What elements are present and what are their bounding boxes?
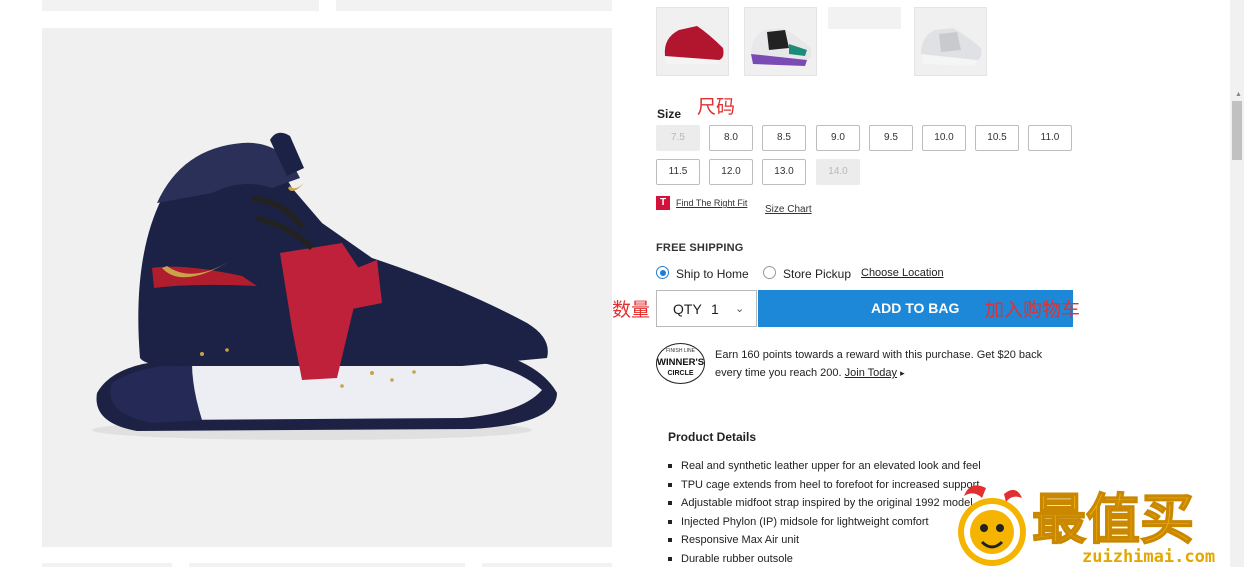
winners-circle-logo: FINISH LINE WINNER'S CIRCLE [656, 343, 705, 384]
product-details-title: Product Details [668, 430, 757, 444]
rewards-text-line1: Earn 160 points towards a reward with th… [715, 349, 1043, 361]
find-right-fit-link[interactable]: Find The Right Fit [676, 198, 747, 208]
product-details-list: Real and synthetic leather upper for an … [668, 460, 981, 567]
size-option-11-0[interactable]: 11.0 [1028, 125, 1072, 151]
zuizhimai-logo: 最值买 zuizhimai.com [958, 485, 1215, 567]
list-item: Responsive Max Air unit [668, 534, 981, 553]
size-option-12-0[interactable]: 12.0 [709, 159, 753, 185]
add-to-bag-label: ADD TO BAG [871, 300, 960, 316]
ship-to-home-label[interactable]: Ship to Home [676, 267, 749, 281]
true-fit-logo-icon: T [656, 196, 670, 210]
main-product-image[interactable] [42, 28, 612, 547]
gallery-thumb-bottom-1[interactable] [42, 563, 172, 567]
size-chart-link[interactable]: Size Chart [765, 204, 812, 215]
list-item: TPU cage extends from heel to forefoot f… [668, 479, 981, 498]
size-option-8-5[interactable]: 8.5 [762, 125, 806, 151]
size-option-7-5: 7.5 [656, 125, 700, 151]
ship-to-home-radio[interactable] [656, 266, 669, 279]
size-option-10-5[interactable]: 10.5 [975, 125, 1019, 151]
size-option-8-0[interactable]: 8.0 [709, 125, 753, 151]
choose-location-link[interactable]: Choose Location [861, 267, 944, 279]
swatch-white-grey[interactable] [914, 7, 987, 76]
watermark-url: zuizhimai.com [1082, 547, 1215, 567]
zuizhimai-watermark: 最值买 zuizhimai.com [950, 482, 1230, 567]
list-item: Durable rubber outsole [668, 553, 981, 567]
winners-circle-top: FINISH LINE [666, 348, 695, 354]
size-option-10-0[interactable]: 10.0 [922, 125, 966, 151]
scroll-up-arrow-icon[interactable]: ▲ [1235, 91, 1242, 98]
chevron-down-icon: ⌄ [735, 303, 745, 315]
store-pickup-radio[interactable] [763, 266, 776, 279]
white-grey-sneaker-thumb [921, 28, 982, 66]
store-pickup-label[interactable]: Store Pickup [783, 267, 851, 281]
gallery-thumb-bottom-3[interactable] [482, 563, 612, 567]
add-to-bag-annotation-cn: 加入购物车 [985, 299, 1081, 321]
caret-right-icon: ▸ [900, 368, 905, 378]
winners-circle-main: WINNER'S [657, 357, 705, 368]
page-scrollbar[interactable] [1230, 0, 1244, 567]
qty-value: 1 [711, 301, 719, 317]
watermark-cn-text: 最值买 [1032, 488, 1194, 551]
join-today-link[interactable]: Join Today [845, 367, 897, 379]
size-option-9-5[interactable]: 9.5 [869, 125, 913, 151]
list-item: Adjustable midfoot strap inspired by the… [668, 497, 981, 516]
scrollbar-thumb[interactable] [1232, 101, 1242, 160]
qty-annotation-cn: 数量 [612, 299, 651, 321]
size-option-11-5[interactable]: 11.5 [656, 159, 700, 185]
size-option-9-0[interactable]: 9.0 [816, 125, 860, 151]
gallery-thumb-top-1[interactable] [42, 0, 319, 11]
list-item: Real and synthetic leather upper for an … [668, 460, 981, 479]
size-label: Size [657, 107, 682, 121]
swatch-blank[interactable] [828, 7, 901, 29]
free-shipping-label: FREE SHIPPING [656, 242, 744, 254]
gallery-thumb-bottom-2[interactable] [189, 563, 465, 567]
gallery-thumb-top-2[interactable] [336, 0, 612, 11]
size-option-14-0: 14.0 [816, 159, 860, 185]
swatch-red-white[interactable] [656, 7, 729, 76]
size-annotation-cn: 尺码 [697, 96, 736, 118]
swatch-white-black-teal[interactable] [744, 7, 817, 76]
quantity-select[interactable]: QTY 1 ⌄ [656, 290, 757, 327]
winners-circle-bottom: CIRCLE [667, 370, 694, 377]
red-white-sneaker-thumb [664, 26, 724, 64]
size-option-13-0[interactable]: 13.0 [762, 159, 806, 185]
list-item: Injected Phylon (IP) midsole for lightwe… [668, 516, 981, 535]
sneaker-image [92, 132, 557, 440]
qty-label: QTY [673, 301, 702, 317]
rewards-text-line2-body: every time you reach 200. [715, 367, 842, 379]
white-black-teal-sneaker-thumb [751, 28, 812, 66]
rewards-text-line2: every time you reach 200. Join Today ▸ [715, 367, 905, 379]
